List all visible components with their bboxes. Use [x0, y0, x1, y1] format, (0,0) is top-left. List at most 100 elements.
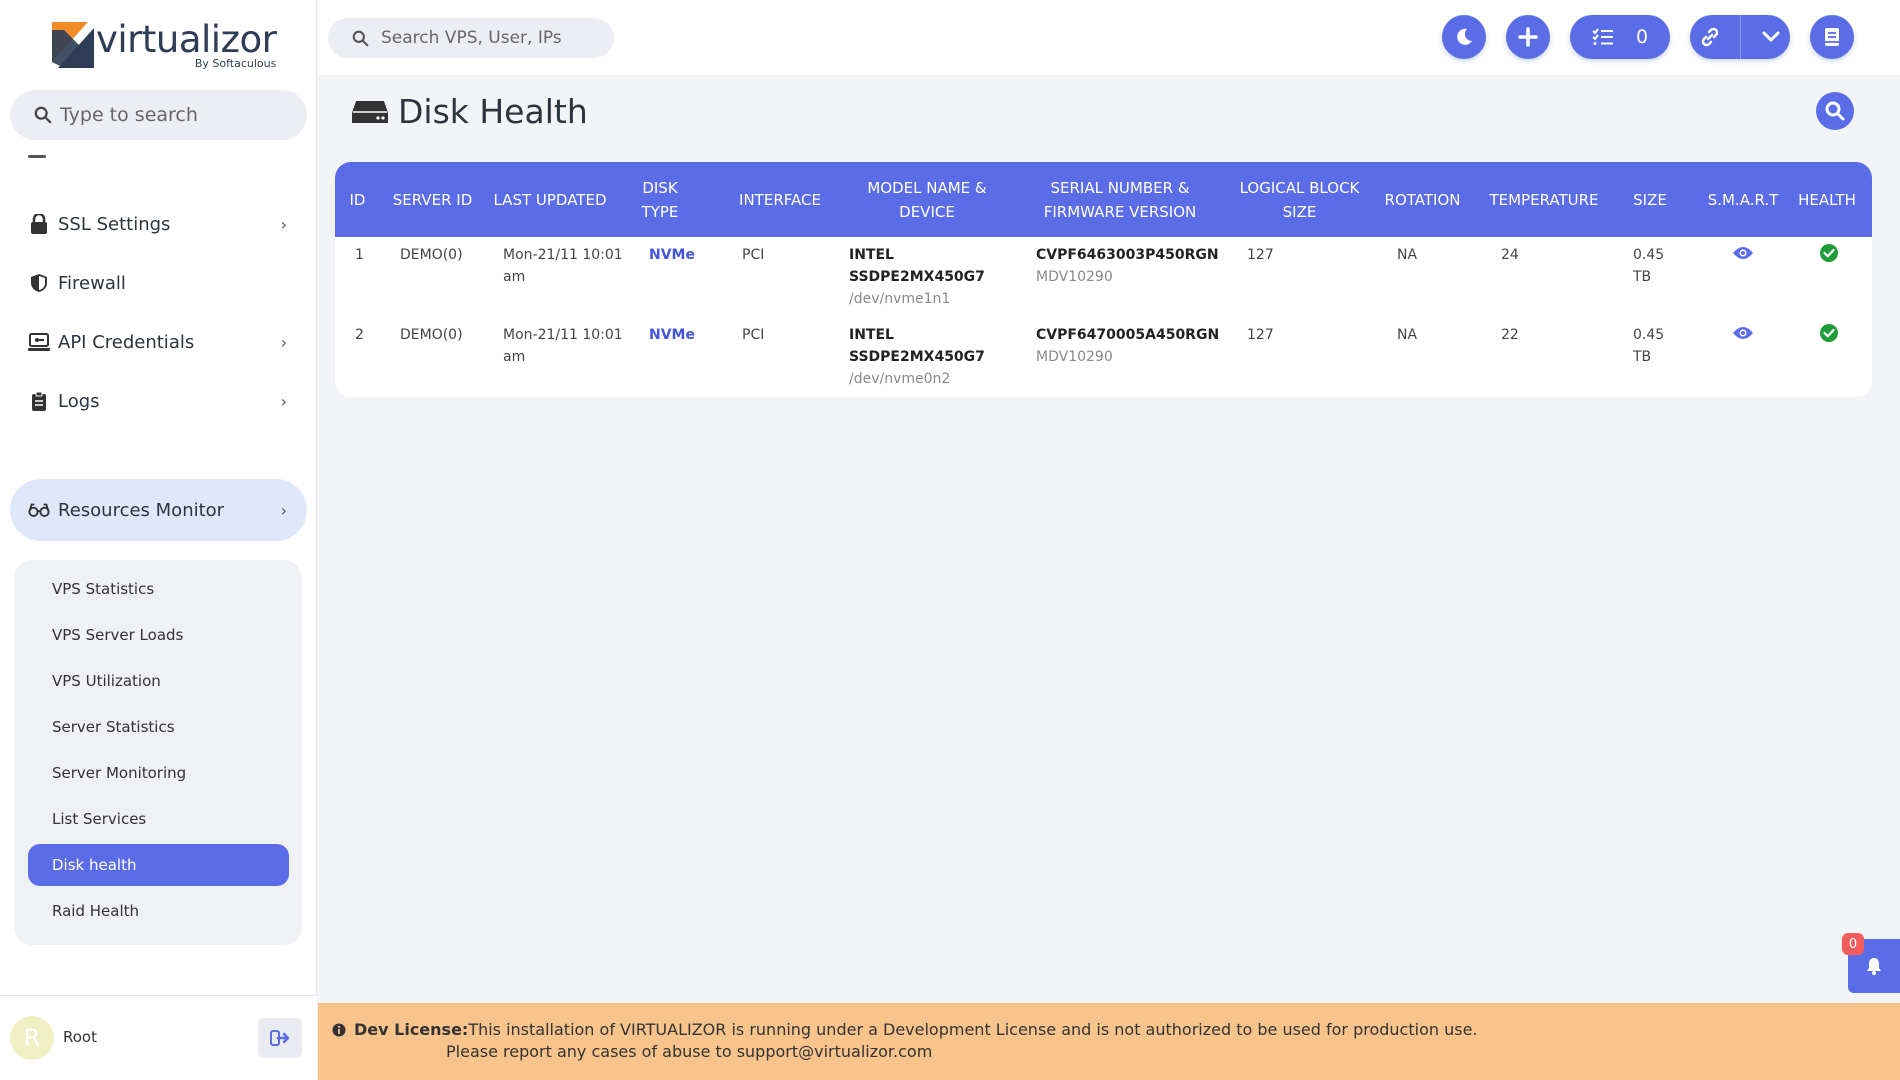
license-message-abuse: Please report any cases of abuse to supp…: [446, 1042, 933, 1061]
link-icon: [1701, 27, 1719, 47]
glasses-icon: [28, 499, 50, 521]
logout-button[interactable]: [258, 1018, 302, 1058]
disk-health-table: ID SERVER ID LAST UPDATED DISK TYPE INTE…: [335, 162, 1872, 397]
add-button[interactable]: [1506, 15, 1550, 59]
chevron-right-icon: ›: [280, 333, 287, 352]
brand-name: virtualizor: [96, 18, 277, 61]
global-search[interactable]: [328, 18, 614, 58]
sidebar-item-label: API Credentials: [58, 331, 195, 353]
cell-serial: CVPF6463003P450RGN MDV10290: [1036, 244, 1219, 288]
cell-logical-block: 127: [1247, 327, 1274, 343]
sidebar-item-ssl-settings[interactable]: SSL Settings ›: [10, 193, 307, 255]
dev-license-banner: Dev License: This installation of VIRTUA…: [318, 1003, 1900, 1080]
sidebar-search[interactable]: [10, 90, 307, 140]
column-header-health[interactable]: HEALTH: [1792, 162, 1862, 237]
eye-icon[interactable]: [1732, 322, 1754, 344]
hard-drive-icon: [352, 100, 388, 123]
submenu-server-monitoring[interactable]: Server Monitoring: [28, 752, 289, 794]
license-label: Dev License:: [354, 1020, 469, 1039]
table-header: ID SERVER ID LAST UPDATED DISK TYPE INTE…: [335, 162, 1872, 237]
resources-monitor-submenu: VPS Statistics VPS Server Loads VPS Util…: [14, 560, 302, 945]
cell-server-id: DEMO(0): [400, 247, 463, 263]
clipboard-icon: [28, 390, 50, 412]
task-count: 0: [1635, 26, 1649, 48]
sidebar-nav: SSL Settings › Firewall API Credentials …: [0, 150, 317, 990]
submenu-vps-server-loads[interactable]: VPS Server Loads: [28, 614, 289, 656]
avatar[interactable]: R: [10, 1016, 54, 1060]
monitor-icon: [28, 331, 50, 353]
shield-icon: [28, 272, 50, 294]
info-icon: [332, 1023, 346, 1036]
sidebar-item-logs[interactable]: Logs ›: [10, 370, 307, 432]
submenu-vps-utilization[interactable]: VPS Utilization: [28, 660, 289, 702]
sidebar-item-label: Firewall: [58, 272, 126, 294]
cell-last-updated: Mon-21/11 10:01 am: [503, 247, 623, 285]
chevron-down-icon: [1762, 31, 1780, 42]
search-icon: [34, 106, 52, 124]
links-dropdown-button[interactable]: [1690, 15, 1790, 59]
device-path: /dev/nvme1n1: [849, 291, 951, 307]
serial-number: CVPF6463003P450RGN: [1036, 247, 1219, 263]
partial-menu-icon: [28, 155, 46, 158]
eye-icon[interactable]: [1732, 242, 1754, 264]
sidebar-item-resources-monitor[interactable]: Resources Monitor ›: [10, 479, 307, 541]
user-bar: R Root: [0, 995, 317, 1080]
serial-number: CVPF6470005A450RGN: [1036, 327, 1220, 343]
submenu-server-statistics[interactable]: Server Statistics: [28, 706, 289, 748]
cell-interface: PCI: [742, 247, 765, 263]
notification-count-badge: 0: [1842, 933, 1864, 955]
page-title-text: Disk Health: [398, 92, 588, 131]
topbar: 0: [318, 0, 1900, 75]
column-header-rotation[interactable]: ROTATION: [1375, 162, 1470, 237]
sidebar-item-label: Logs: [58, 390, 100, 412]
chevron-right-icon: ›: [280, 215, 287, 234]
tasks-list-icon: [1592, 28, 1613, 45]
cell-size: 0.45 TB: [1633, 247, 1665, 285]
device-path: /dev/nvme0n2: [849, 371, 951, 387]
submenu-vps-statistics[interactable]: VPS Statistics: [28, 568, 289, 610]
submenu-list-services[interactable]: List Services: [28, 798, 289, 840]
sidebar-item-api-credentials[interactable]: API Credentials ›: [10, 311, 307, 373]
filter-search-button[interactable]: [1816, 92, 1854, 130]
model-name: INTEL SSDPE2MX450G7: [849, 327, 985, 365]
sidebar-search-input[interactable]: [60, 104, 290, 126]
column-header-interface[interactable]: INTERFACE: [725, 162, 835, 237]
cell-temperature: 24: [1501, 247, 1519, 263]
cell-disk-type[interactable]: NVMe: [649, 324, 695, 346]
column-header-last-updated[interactable]: LAST UPDATED: [485, 162, 615, 237]
cell-rotation: NA: [1397, 327, 1418, 343]
cell-serial: CVPF6470005A450RGN MDV10290: [1036, 324, 1219, 368]
column-header-server-id[interactable]: SERVER ID: [380, 162, 485, 237]
bell-icon: [1867, 958, 1881, 975]
column-header-id[interactable]: ID: [335, 162, 380, 237]
dark-mode-button[interactable]: [1442, 15, 1486, 59]
docs-button[interactable]: [1810, 15, 1854, 59]
book-icon: [1825, 28, 1839, 46]
logout-icon: [270, 1030, 290, 1046]
column-header-smart[interactable]: S.M.A.R.T: [1703, 162, 1783, 237]
global-search-input[interactable]: [381, 28, 601, 48]
model-name: INTEL SSDPE2MX450G7: [849, 247, 985, 285]
sidebar-item-firewall[interactable]: Firewall: [10, 252, 307, 314]
virtualizor-logo[interactable]: virtualizor By Softaculous: [52, 18, 277, 72]
column-header-size[interactable]: SIZE: [1620, 162, 1680, 237]
firmware-version: MDV10290: [1036, 349, 1113, 365]
column-header-serial[interactable]: SERIAL NUMBER & FIRMWARE VERSION: [1030, 162, 1210, 237]
column-header-disk-type[interactable]: DISK TYPE: [630, 162, 690, 237]
check-circle-icon: [1818, 322, 1840, 344]
tasks-button[interactable]: 0: [1570, 15, 1670, 59]
column-header-logical-block[interactable]: LOGICAL BLOCK SIZE: [1232, 162, 1367, 237]
plus-icon: [1518, 27, 1538, 47]
column-header-temperature[interactable]: TEMPERATURE: [1485, 162, 1603, 237]
page-title: Disk Health: [352, 92, 588, 131]
sidebar: virtualizor By Softaculous SSL Settings …: [0, 0, 317, 1080]
cell-model: INTEL SSDPE2MX450G7 /dev/nvme1n1: [849, 244, 999, 310]
submenu-raid-health[interactable]: Raid Health: [28, 890, 289, 932]
logo-mark-icon: [52, 22, 94, 68]
chevron-right-icon: ›: [280, 501, 287, 520]
column-header-model[interactable]: MODEL NAME & DEVICE: [847, 162, 1007, 237]
submenu-disk-health[interactable]: Disk health: [28, 844, 289, 886]
moon-icon: [1457, 28, 1472, 45]
cell-disk-type[interactable]: NVMe: [649, 244, 695, 266]
chevron-right-icon: ›: [280, 392, 287, 411]
